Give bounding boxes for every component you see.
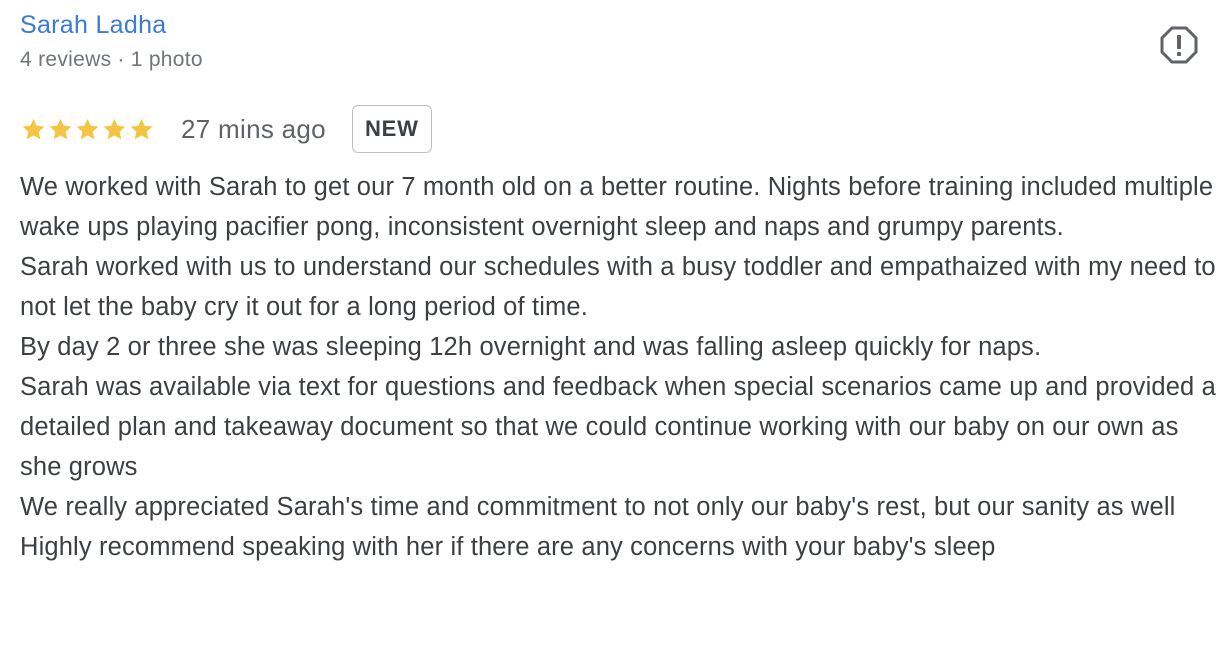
rating-row: 27 mins ago NEW: [20, 105, 432, 153]
new-badge: NEW: [351, 105, 432, 153]
review-paragraph: We worked with Sarah to get our 7 month …: [20, 173, 1214, 241]
review-paragraph: We really appreciated Sarah's time and c…: [20, 493, 1176, 521]
review-paragraph: Sarah worked with us to understand our s…: [20, 253, 1216, 321]
review-paragraph: Highly recommend speaking with her if th…: [20, 533, 996, 561]
report-review-button[interactable]: [1160, 26, 1198, 64]
star-icon: [22, 118, 45, 139]
author-reviews-count[interactable]: 4 reviews: [20, 48, 111, 71]
star-icon: [130, 118, 153, 139]
star-rating: [20, 105, 155, 153]
author-meta: 4 reviews · 1 photo: [20, 46, 203, 74]
review-time: 27 mins ago: [181, 113, 326, 144]
author-photos-count[interactable]: 1 photo: [131, 48, 203, 71]
report-flag-icon: [1160, 26, 1198, 64]
review-body: We worked with Sarah to get our 7 month …: [20, 167, 1220, 567]
review-paragraph: Sarah was available via text for questio…: [20, 373, 1216, 481]
review-paragraph: By day 2 or three she was sleeping 12h o…: [20, 333, 1042, 361]
star-icon: [103, 118, 126, 139]
star-icon: [49, 118, 72, 139]
star-icon: [76, 118, 99, 139]
author-name-link[interactable]: Sarah Ladha: [20, 9, 166, 41]
meta-separator: ·: [117, 48, 125, 71]
